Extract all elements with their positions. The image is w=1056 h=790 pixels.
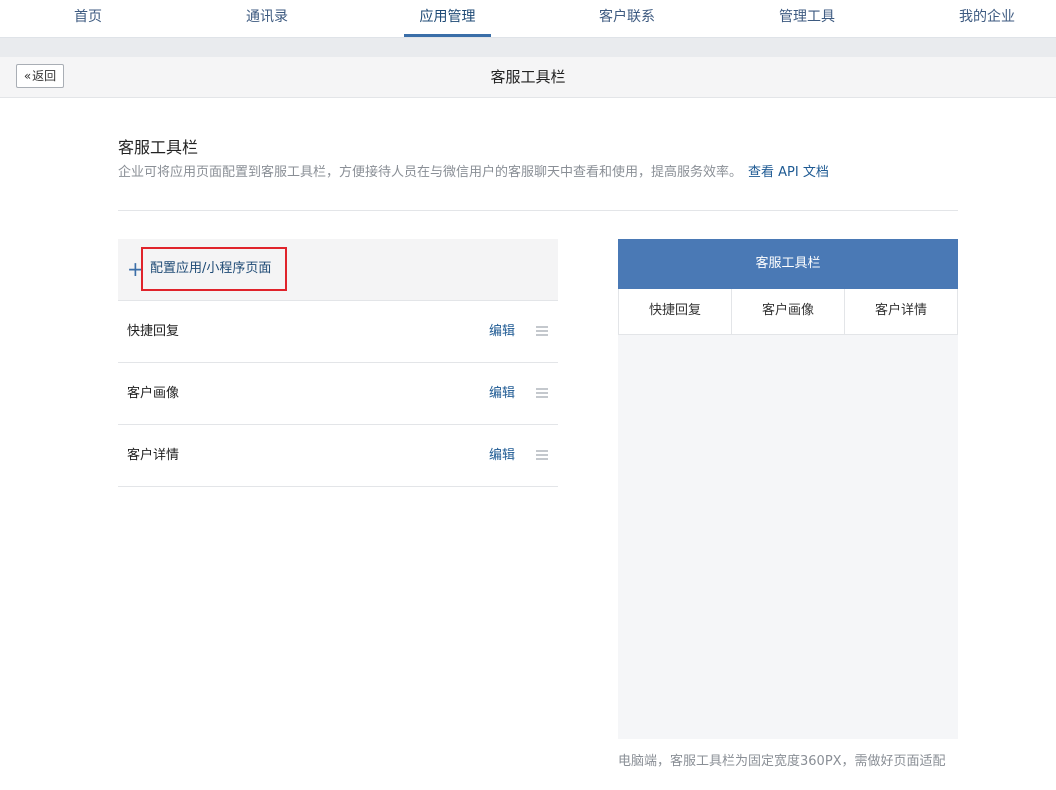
page-title: 客服工具栏 xyxy=(490,68,566,86)
drag-handle-icon[interactable] xyxy=(536,450,548,460)
preview-tab-customer-details[interactable]: 客户详情 xyxy=(844,289,958,334)
edit-link[interactable]: 编辑 xyxy=(489,301,515,362)
list-item: 客户详情 编辑 xyxy=(118,425,558,487)
list-item-name: 快捷回复 xyxy=(127,324,180,339)
api-doc-link[interactable]: 查看 API 文档 xyxy=(748,165,829,180)
nav-item-app-management[interactable]: 应用管理 xyxy=(404,0,491,37)
divider xyxy=(118,210,958,211)
drag-handle-icon[interactable] xyxy=(536,388,548,398)
preview-note: 电脑端，客服工具栏为固定宽度360PX，需做好页面适配 xyxy=(618,754,946,769)
preview-header: 客服工具栏 xyxy=(618,239,958,289)
description-text: 企业可将应用页面配置到客服工具栏，方便接待人员在与微信用户的客服聊天中查看和使用… xyxy=(118,165,743,180)
toolbar-preview: 客服工具栏 快捷回复 客户画像 客户详情 xyxy=(618,239,958,739)
preview-tabs: 快捷回复 客户画像 客户详情 xyxy=(618,289,958,335)
drag-handle-icon[interactable] xyxy=(536,326,548,336)
header-separator xyxy=(0,38,1056,57)
nav-item-home[interactable]: 首页 xyxy=(48,0,128,37)
nav-item-customer-contact[interactable]: 客户联系 xyxy=(587,0,667,37)
nav-item-management-tools[interactable]: 管理工具 xyxy=(767,0,847,37)
top-nav: 首页 通讯录 应用管理 客户联系 管理工具 我的企业 xyxy=(0,0,1056,38)
list-item: 快捷回复 编辑 xyxy=(118,301,558,363)
list-item-name: 客户画像 xyxy=(127,386,180,401)
list-item: 客户画像 编辑 xyxy=(118,363,558,425)
list-item-name: 客户详情 xyxy=(127,448,180,463)
preview-tab-quick-reply[interactable]: 快捷回复 xyxy=(618,289,731,334)
nav-item-contacts[interactable]: 通讯录 xyxy=(227,0,307,37)
section-description: 企业可将应用页面配置到客服工具栏，方便接待人员在与微信用户的客服聊天中查看和使用… xyxy=(118,161,829,180)
add-page-row: + 配置应用/小程序页面 xyxy=(118,239,558,301)
preview-tab-customer-profile[interactable]: 客户画像 xyxy=(731,289,844,334)
nav-item-my-enterprise[interactable]: 我的企业 xyxy=(947,0,1027,37)
section-title: 客服工具栏 xyxy=(118,138,199,157)
sub-header: «返回 客服工具栏 xyxy=(0,57,1056,98)
edit-link[interactable]: 编辑 xyxy=(489,363,515,424)
edit-link[interactable]: 编辑 xyxy=(489,425,515,486)
add-app-page-button[interactable]: 配置应用/小程序页面 xyxy=(141,247,288,291)
toolbar-config-list: + 配置应用/小程序页面 快捷回复 编辑 客户画像 编辑 客户详情 编辑 xyxy=(118,239,558,487)
